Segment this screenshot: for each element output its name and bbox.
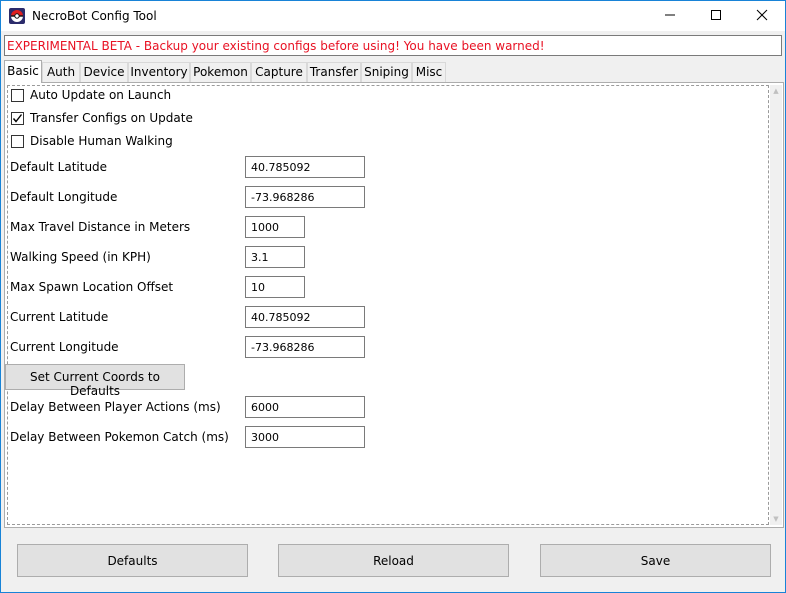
maximize-button[interactable] [693,1,739,31]
auto-update-checkbox[interactable] [11,88,24,102]
tab-misc[interactable]: Misc [412,62,446,82]
delay-player-actions-input[interactable]: 6000 [245,396,365,418]
vertical-scrollbar[interactable]: ▲ ▼ [770,85,782,525]
close-button[interactable] [739,1,785,31]
delay-pokemon-catch-input[interactable]: 3000 [245,426,365,448]
scroll-up-icon[interactable]: ▲ [770,85,782,97]
walking-speed-input[interactable]: 3.1 [245,246,305,268]
current-longitude-input[interactable]: -73.968286 [245,336,365,358]
set-current-coords-button[interactable]: Set Current Coords to Defaults [5,364,185,398]
max-travel-distance-input[interactable]: 1000 [245,216,305,238]
minimize-button[interactable] [647,1,693,31]
delay-player-actions-label: Delay Between Player Actions (ms) [10,400,221,414]
app-window: NecroBot Config Tool EXPERIMENTAL BETA -… [0,0,786,593]
transfer-configs-checkbox-row[interactable]: Transfer Configs on Update [11,110,193,126]
auto-update-label: Auto Update on Launch [30,88,172,102]
close-icon [756,9,768,24]
tab-basic[interactable]: Basic [4,60,42,83]
transfer-configs-checkbox[interactable] [11,111,24,125]
reload-button[interactable]: Reload [278,544,509,577]
walking-speed-label: Walking Speed (in KPH) [10,250,151,264]
tab-transfer[interactable]: Transfer [307,62,361,82]
current-longitude-label: Current Longitude [10,340,119,354]
default-latitude-label: Default Latitude [10,160,108,174]
disable-human-walking-label: Disable Human Walking [30,134,173,148]
current-latitude-label: Current Latitude [10,310,109,324]
checkmark-icon [12,113,23,123]
max-travel-distance-label: Max Travel Distance in Meters [10,220,191,234]
tab-capture[interactable]: Capture [251,62,307,82]
tab-pokemon[interactable]: Pokemon [190,62,251,82]
default-longitude-input[interactable]: -73.968286 [245,186,365,208]
tab-sniping[interactable]: Sniping [361,62,412,82]
auto-update-checkbox-row[interactable]: Auto Update on Launch [11,87,171,103]
minimize-icon [664,9,676,24]
disable-human-walking-checkbox[interactable] [11,134,24,148]
current-latitude-input[interactable]: 40.785092 [245,306,365,328]
tab-inventory[interactable]: Inventory [128,62,190,82]
maximize-icon [710,9,722,24]
warning-banner: EXPERIMENTAL BETA - Backup your existing… [4,35,782,56]
window-title: NecroBot Config Tool [32,9,157,23]
title-bar[interactable]: NecroBot Config Tool [1,1,785,31]
disable-human-walking-checkbox-row[interactable]: Disable Human Walking [11,133,173,149]
settings-scroll-area [7,85,769,525]
defaults-button[interactable]: Defaults [17,544,248,577]
default-longitude-label: Default Longitude [10,190,118,204]
max-spawn-offset-input[interactable]: 10 [245,276,305,298]
tab-device[interactable]: Device [80,62,128,82]
pokeball-icon [9,8,25,24]
transfer-configs-label: Transfer Configs on Update [30,111,193,125]
default-latitude-input[interactable]: 40.785092 [245,156,365,178]
tab-auth[interactable]: Auth [42,62,80,82]
max-spawn-offset-label: Max Spawn Location Offset [10,280,174,294]
save-button[interactable]: Save [540,544,771,577]
scroll-down-icon[interactable]: ▼ [770,513,782,525]
delay-pokemon-catch-label: Delay Between Pokemon Catch (ms) [10,430,229,444]
